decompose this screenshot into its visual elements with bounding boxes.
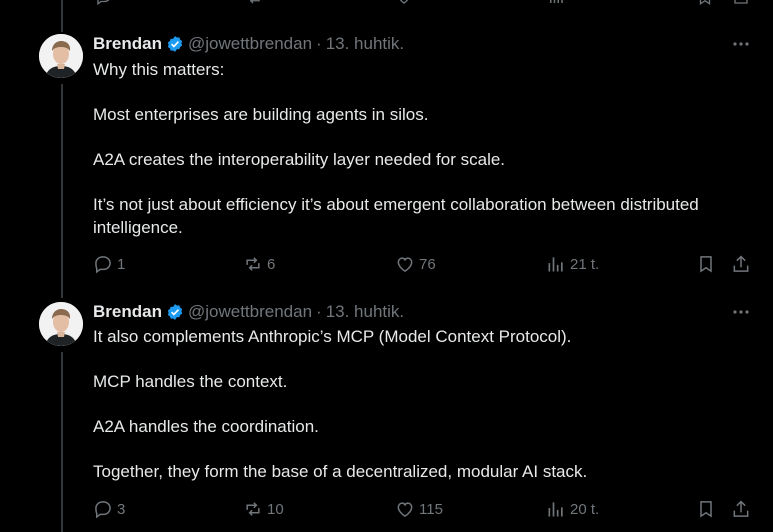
repost-button[interactable]: 10 [243, 499, 284, 519]
like-button[interactable]: 76 [395, 254, 436, 274]
reply-button[interactable]: 1 [93, 254, 125, 274]
like-count: 76 [419, 255, 436, 273]
separator-dot: · [316, 302, 322, 321]
tweet-text: It also complements Anthropic’s MCP (Mod… [93, 326, 765, 484]
tweet-date[interactable]: 13. huhtik. [326, 34, 404, 54]
previous-bookmark-icon[interactable] [696, 0, 714, 6]
avatar[interactable] [39, 302, 83, 346]
repost-icon [246, 502, 260, 516]
author-handle[interactable]: @jowettbrendan [188, 302, 312, 322]
author-name[interactable]: Brendan [93, 302, 162, 322]
views-count: 21 t. [570, 255, 600, 273]
previous-views-icon[interactable] [547, 0, 565, 6]
avatar-portrait-icon [39, 302, 83, 346]
verified-badge-icon[interactable] [166, 303, 184, 321]
share-button[interactable] [731, 499, 751, 519]
more-icon[interactable] [731, 302, 751, 322]
avatar-portrait-icon [39, 34, 83, 78]
reply-button[interactable]: 3 [93, 499, 125, 519]
repost-button[interactable]: 6 [243, 254, 275, 274]
tweet-2[interactable]: Brendan @jowettbrendan · 13. huhtik. It … [0, 302, 773, 532]
repost-count: 6 [267, 255, 276, 273]
tweet-date[interactable]: 13. huhtik. [326, 302, 404, 322]
previous-heart-icon[interactable] [395, 0, 413, 6]
previous-repost-icon[interactable] [244, 0, 262, 6]
tweet-paragraph: Most enterprises are building agents in … [93, 105, 429, 124]
tweet-paragraph: MCP handles the context. [93, 372, 288, 391]
like-button[interactable]: 115 [395, 499, 443, 519]
share-icon [733, 255, 749, 272]
previous-share-icon[interactable] [732, 0, 750, 6]
repost-count: 10 [267, 500, 284, 518]
views-count: 20 t. [570, 500, 600, 518]
share-button[interactable] [731, 254, 751, 274]
tweet-paragraph: Why this matters: [93, 60, 225, 79]
heart-icon [397, 257, 413, 272]
author-handle[interactable]: @jowettbrendan [188, 34, 312, 54]
verified-badge-icon[interactable] [166, 35, 184, 53]
tweet-header: Brendan @jowettbrendan · 13. huhtik. [93, 302, 404, 322]
tweet-paragraph: A2A handles the coordination. [93, 417, 319, 436]
avatar[interactable] [39, 34, 83, 78]
more-icon[interactable] [731, 34, 751, 54]
heart-icon [397, 502, 413, 517]
bookmark-button[interactable] [696, 499, 716, 519]
tweet-paragraph: It also complements Anthropic’s MCP (Mod… [93, 327, 572, 346]
tweet-text: Why this matters: Most enterprises are b… [93, 59, 765, 239]
bookmark-button[interactable] [696, 254, 716, 274]
views-button[interactable]: 20 t. [546, 499, 599, 519]
author-name[interactable]: Brendan [93, 34, 162, 54]
bookmark-icon [700, 256, 712, 273]
tweet-paragraph: A2A creates the interoperability layer n… [93, 150, 506, 169]
tweet-1[interactable]: Brendan @jowettbrendan · 13. huhtik. Why… [0, 34, 773, 284]
views-icon [548, 502, 563, 517]
action-bar: 1 6 76 21 t. [93, 254, 763, 274]
reply-icon [95, 501, 111, 519]
previous-tweet-actions [0, 0, 773, 6]
action-bar: 3 10 115 20 t. [93, 499, 763, 519]
previous-reply-icon[interactable] [95, 0, 113, 6]
tweet-paragraph: It’s not just about efficiency it’s abou… [93, 195, 699, 237]
repost-icon [246, 257, 260, 271]
like-count: 115 [419, 500, 443, 518]
separator-dot: · [316, 34, 322, 53]
reply-count: 1 [117, 255, 126, 273]
reply-icon [95, 256, 111, 274]
views-icon [548, 257, 563, 272]
views-button[interactable]: 21 t. [546, 254, 599, 274]
reply-count: 3 [117, 500, 126, 518]
tweet-paragraph: Together, they form the base of a decent… [93, 462, 588, 481]
share-icon [733, 500, 749, 517]
tweet-header: Brendan @jowettbrendan · 13. huhtik. [93, 34, 404, 54]
bookmark-icon [700, 501, 712, 518]
